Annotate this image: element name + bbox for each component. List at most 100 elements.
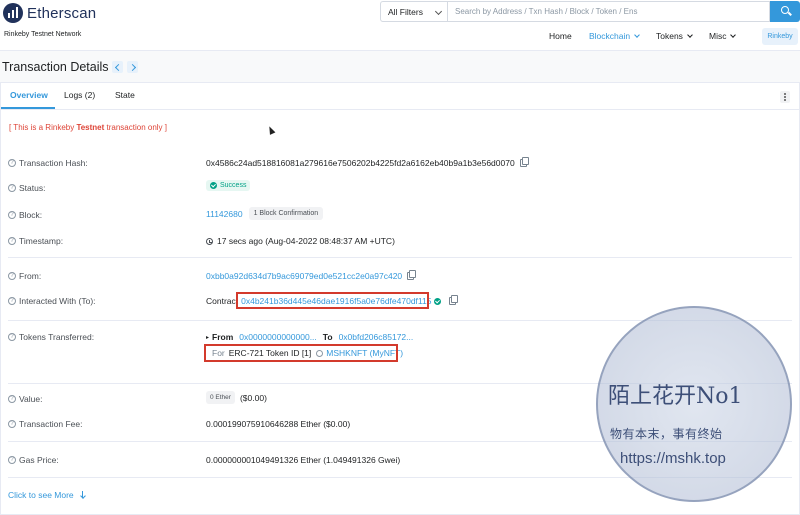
clock-icon	[206, 237, 213, 245]
search-icon	[781, 6, 789, 14]
timestamp-value: 17 secs ago (Aug-04-2022 08:48:37 AM +UT…	[206, 236, 395, 246]
see-more-link[interactable]: Click to see More	[8, 490, 86, 500]
logo-text: Etherscan	[27, 4, 97, 22]
search-filter-value: All Filters	[388, 7, 423, 17]
help-icon[interactable]: ?	[8, 184, 16, 192]
notice-suffix: transaction only ]	[104, 123, 167, 132]
from-address-link[interactable]: 0xbb0a92d634d7b9ac69079ed0e521cc2e0a97c4…	[206, 271, 402, 281]
help-icon[interactable]: ?	[8, 420, 16, 428]
watermark-url: https://mshk.top	[620, 450, 726, 467]
copy-icon[interactable]	[407, 270, 417, 280]
value-ether-badge: 0 Ether	[206, 391, 235, 404]
help-icon[interactable]: ?	[8, 211, 16, 219]
block-confirmation-badge: 1 Block Confirmation	[248, 207, 324, 220]
chevron-down-icon	[730, 31, 737, 38]
network-button[interactable]: Rinkeby	[762, 28, 798, 45]
tx-hash-label-text: Transaction Hash:	[19, 158, 88, 168]
tab-divider	[1, 109, 800, 110]
etherscan-logo-icon	[3, 3, 23, 23]
block-link[interactable]: 11142680	[206, 209, 243, 219]
notice-prefix: [ This is a Rinkeby	[9, 123, 77, 132]
see-more-text: Click to see More	[8, 490, 74, 500]
tokens-transferred-label: ? Tokens Transferred:	[8, 332, 94, 342]
arrow-down-icon	[80, 491, 86, 499]
status-text: Success	[220, 182, 247, 189]
prev-tx-button[interactable]	[112, 61, 123, 73]
value-label: ? Value:	[8, 394, 42, 404]
help-icon[interactable]: ?	[8, 159, 16, 167]
search-input[interactable]	[447, 1, 770, 22]
from-label-text: From:	[19, 271, 42, 281]
help-icon[interactable]: ?	[8, 237, 16, 245]
help-icon[interactable]: ?	[8, 395, 16, 403]
status-value: Success	[206, 180, 251, 191]
help-icon[interactable]: ?	[8, 272, 16, 280]
tokens-to-label: To	[322, 332, 333, 342]
help-icon[interactable]: ?	[8, 333, 16, 341]
nav-tokens-label: Tokens	[656, 31, 683, 41]
nav-home[interactable]: Home	[549, 28, 572, 44]
chevron-down-icon	[434, 7, 443, 16]
status-badge: Success	[206, 180, 251, 191]
nav-misc-label: Misc	[709, 31, 727, 41]
help-icon[interactable]: ?	[8, 456, 16, 464]
nav-tokens[interactable]: Tokens	[656, 28, 693, 44]
site-header: Etherscan Rinkeby Testnet Network All Fi…	[0, 0, 800, 51]
caret-right-icon: ▸	[206, 334, 210, 341]
watermark-title: 陌上花开No1	[608, 384, 743, 409]
block-label: ? Block:	[8, 210, 42, 220]
value-label-text: Value:	[19, 394, 43, 404]
tx-hash-label: ? Transaction Hash:	[8, 158, 88, 168]
fee-label: ? Transaction Fee:	[8, 419, 82, 429]
from-label: ? From:	[8, 271, 41, 281]
gas-price-value: 0.000000001049491326 Ether (1.049491326 …	[206, 455, 401, 465]
from-value: 0xbb0a92d634d7b9ac69079ed0e521cc2e0a97c4…	[206, 270, 417, 281]
highlight-box	[204, 344, 398, 362]
copy-icon[interactable]	[449, 295, 459, 305]
timestamp-text: 17 secs ago (Aug-04-2022 08:48:37 AM +UT…	[217, 236, 395, 246]
tokens-transferred-label-text: Tokens Transferred:	[19, 332, 95, 342]
status-label-text: Status:	[19, 183, 46, 193]
to-label: ? Interacted With (To):	[8, 296, 96, 306]
notice-bold: Testnet	[76, 123, 105, 132]
testnet-notice: [ This is a Rinkeby Testnet transaction …	[9, 123, 167, 132]
gas-price-label-text: Gas Price:	[19, 455, 59, 465]
value-value: 0 Ether ($0.00)	[206, 391, 267, 404]
tokens-from-label: From	[212, 332, 234, 342]
block-label-text: Block:	[19, 210, 43, 220]
verified-check-icon	[434, 297, 442, 305]
copy-icon[interactable]	[519, 157, 529, 167]
tokens-transfer-line: ▸ From 0x0000000000000... To 0x0bfd206c8…	[206, 332, 413, 342]
tokens-to-link[interactable]: 0x0bfd206c85172...	[339, 332, 414, 342]
value-usd: ($0.00)	[239, 392, 267, 403]
check-circle-icon	[210, 182, 217, 189]
chevron-down-icon	[634, 31, 640, 38]
tokens-from-link[interactable]: 0x0000000000000...	[239, 332, 317, 342]
fee-label-text: Transaction Fee:	[19, 419, 83, 429]
page-title: Transaction Details	[2, 60, 109, 74]
watermark-subtitle: 物有本末，事有终始	[610, 427, 723, 441]
gas-price-label: ? Gas Price:	[8, 455, 59, 465]
nav-misc[interactable]: Misc	[709, 28, 737, 44]
tab-state[interactable]: State	[115, 90, 135, 108]
more-options-icon[interactable]	[780, 91, 790, 103]
nav-blockchain[interactable]: Blockchain	[589, 28, 640, 44]
active-tab-indicator	[1, 107, 55, 109]
timestamp-label: ? Timestamp:	[8, 236, 63, 246]
section-divider	[8, 257, 792, 258]
search-button[interactable]	[770, 1, 800, 22]
etherscan-logo[interactable]: Etherscan	[3, 3, 96, 23]
tab-logs[interactable]: Logs (2)	[64, 90, 95, 108]
block-value: 11142680 1 Block Confirmation	[206, 207, 324, 220]
highlight-box	[236, 292, 429, 309]
next-tx-button[interactable]	[127, 61, 138, 73]
nav-blockchain-label: Blockchain	[589, 31, 631, 41]
nav-home-label: Home	[549, 31, 572, 41]
fee-value: 0.000199075910646288 Ether ($0.00)	[206, 419, 351, 429]
status-label: ? Status:	[8, 183, 45, 193]
tx-hash-text: 0x4586c24ad518816081a279616e7506202b4225…	[206, 158, 515, 168]
search-filter-select[interactable]: All Filters	[380, 1, 448, 22]
tx-hash-value: 0x4586c24ad518816081a279616e7506202b4225…	[206, 157, 529, 168]
help-icon[interactable]: ?	[8, 297, 16, 305]
tab-overview[interactable]: Overview	[10, 90, 48, 108]
